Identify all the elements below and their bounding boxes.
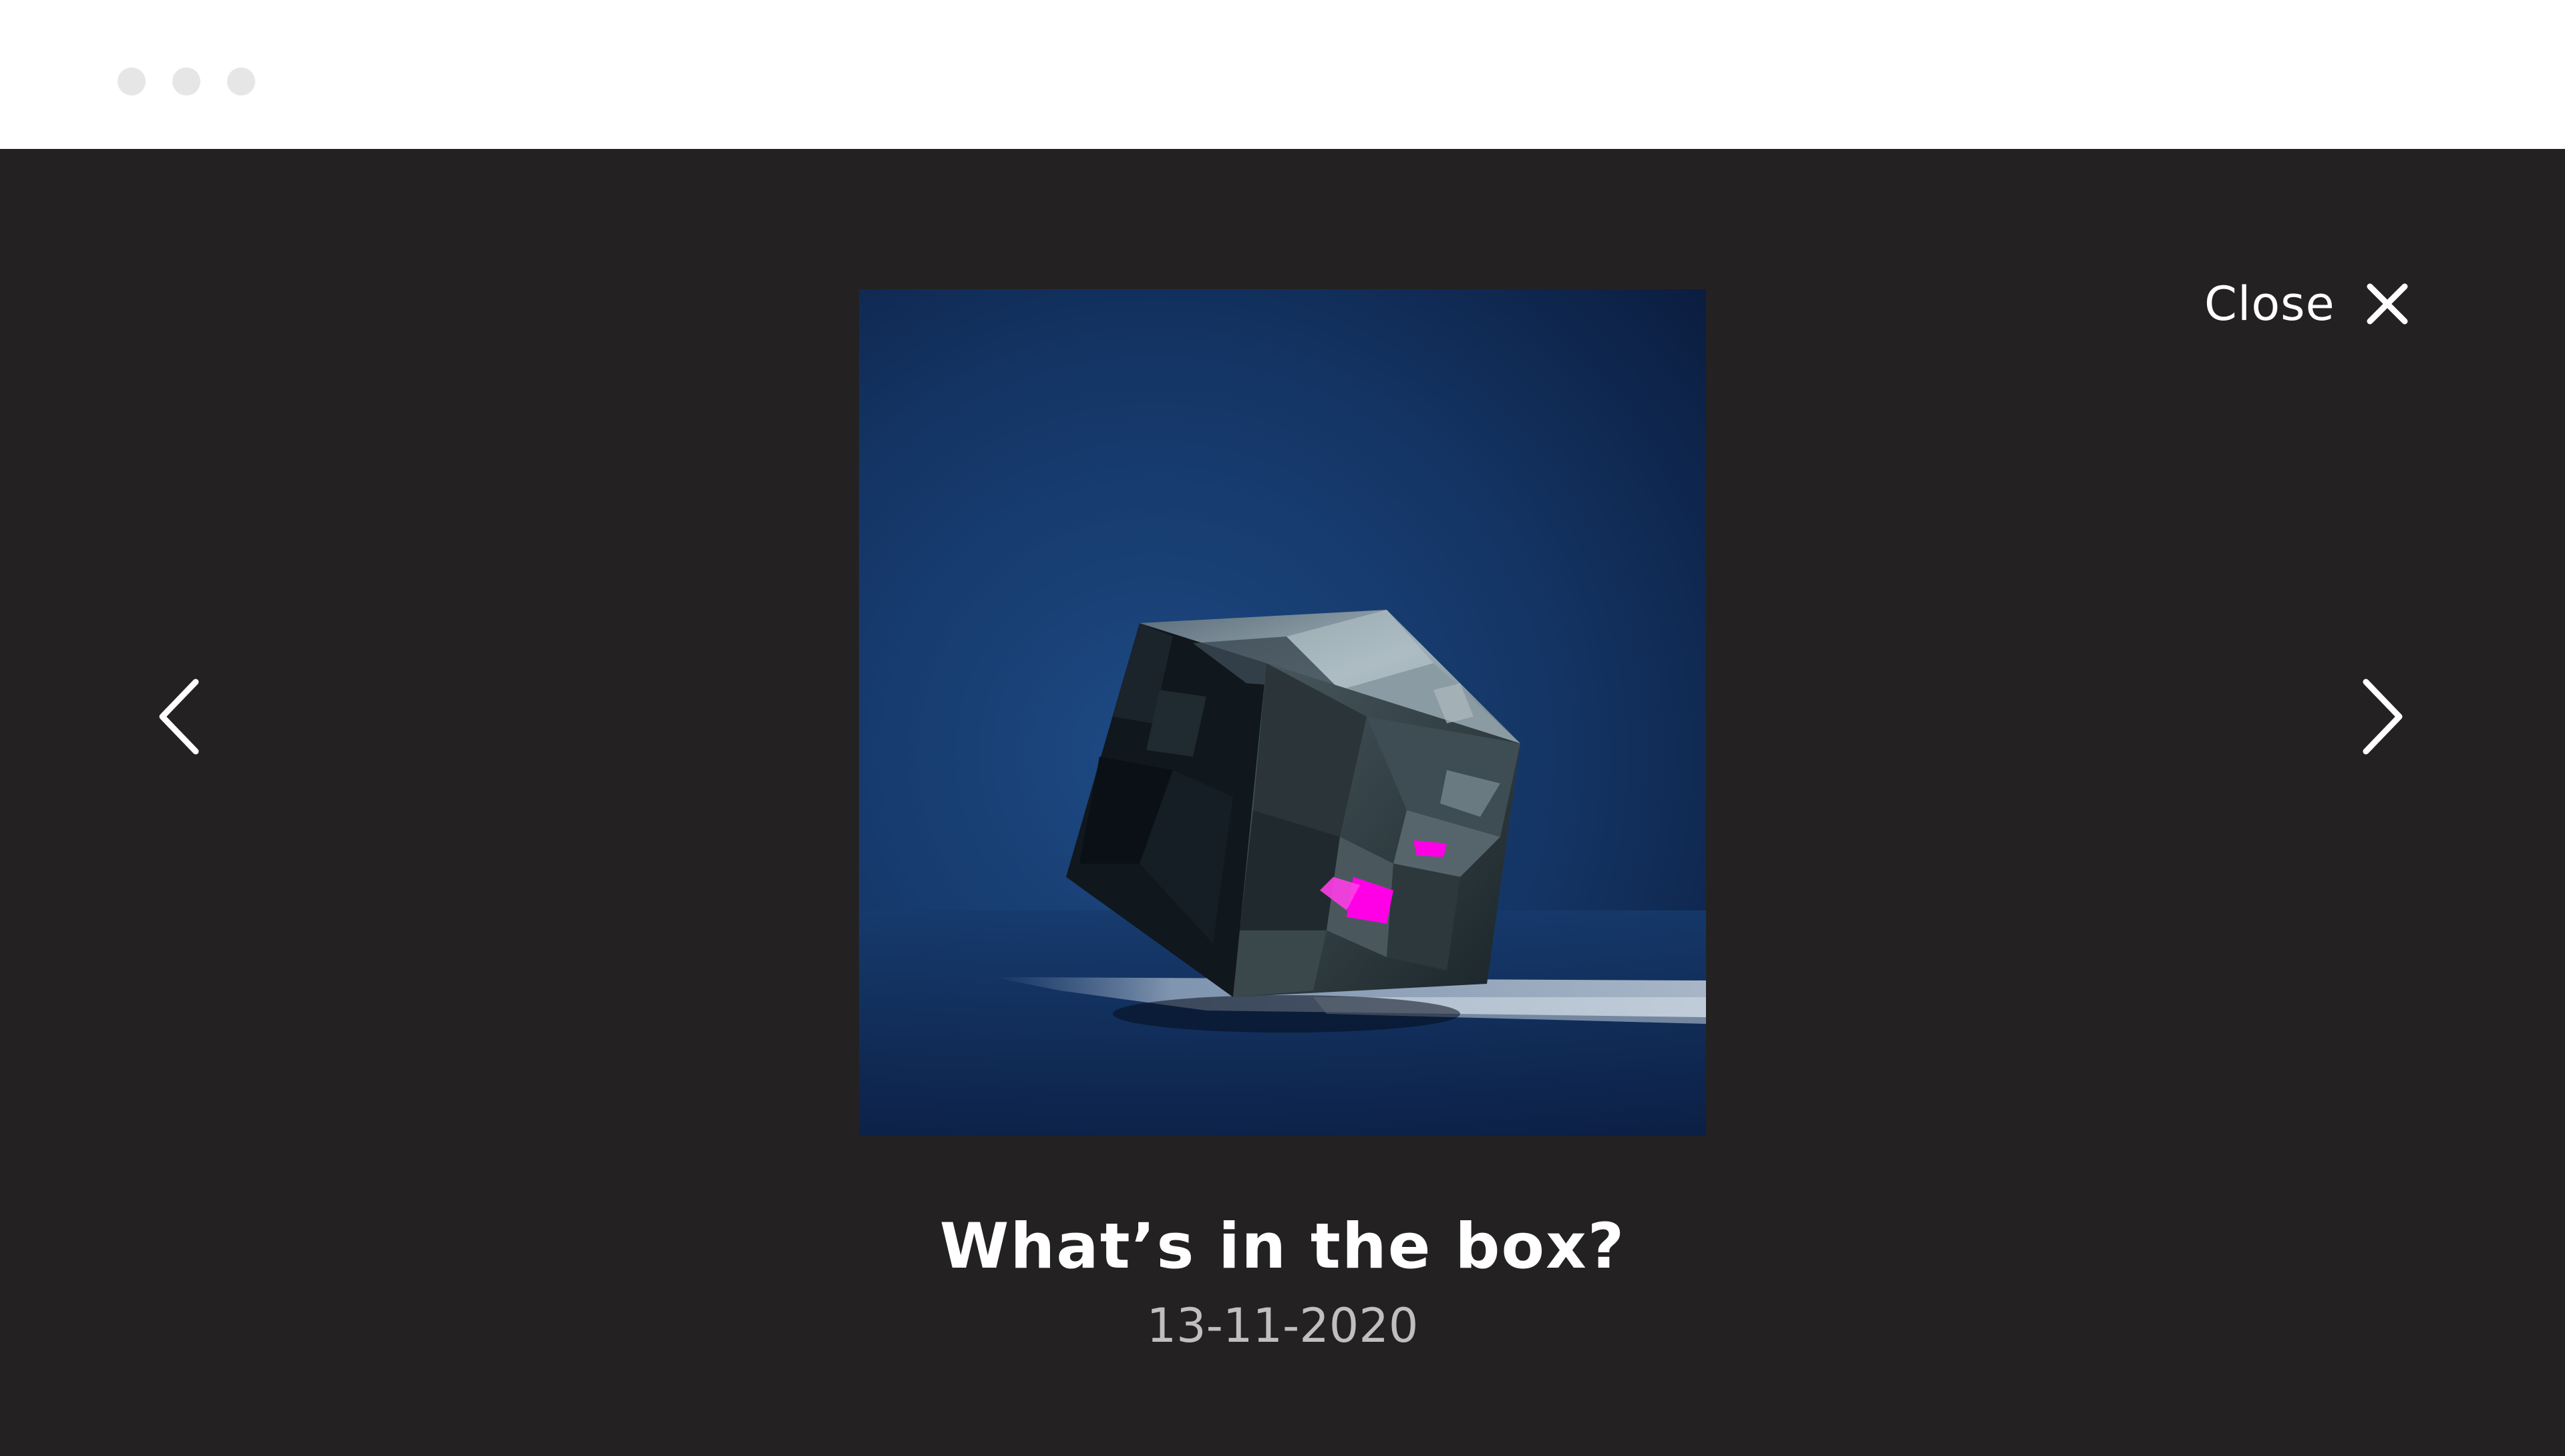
artwork-image [859,289,1706,1136]
close-icon[interactable] [2366,283,2409,325]
lightbox-viewer: Close What’s in the box? 13-11-2020 [0,149,2565,1456]
artwork-date: 13-11-2020 [1146,1298,1419,1353]
low-poly-box-artwork [859,289,1706,1136]
chevron-left-icon[interactable] [144,677,210,757]
browser-titlebar [0,0,2565,149]
chevron-right-icon[interactable] [2351,677,2418,757]
window-minimize-dot[interactable] [172,67,200,96]
previous-button[interactable] [144,677,210,757]
close-button[interactable]: Close [2204,277,2409,331]
close-label: Close [2204,277,2335,331]
window-close-dot[interactable] [118,67,146,96]
artwork-title: What’s in the box? [939,1210,1626,1283]
next-button[interactable] [2351,677,2418,757]
window-maximize-dot[interactable] [227,67,255,96]
